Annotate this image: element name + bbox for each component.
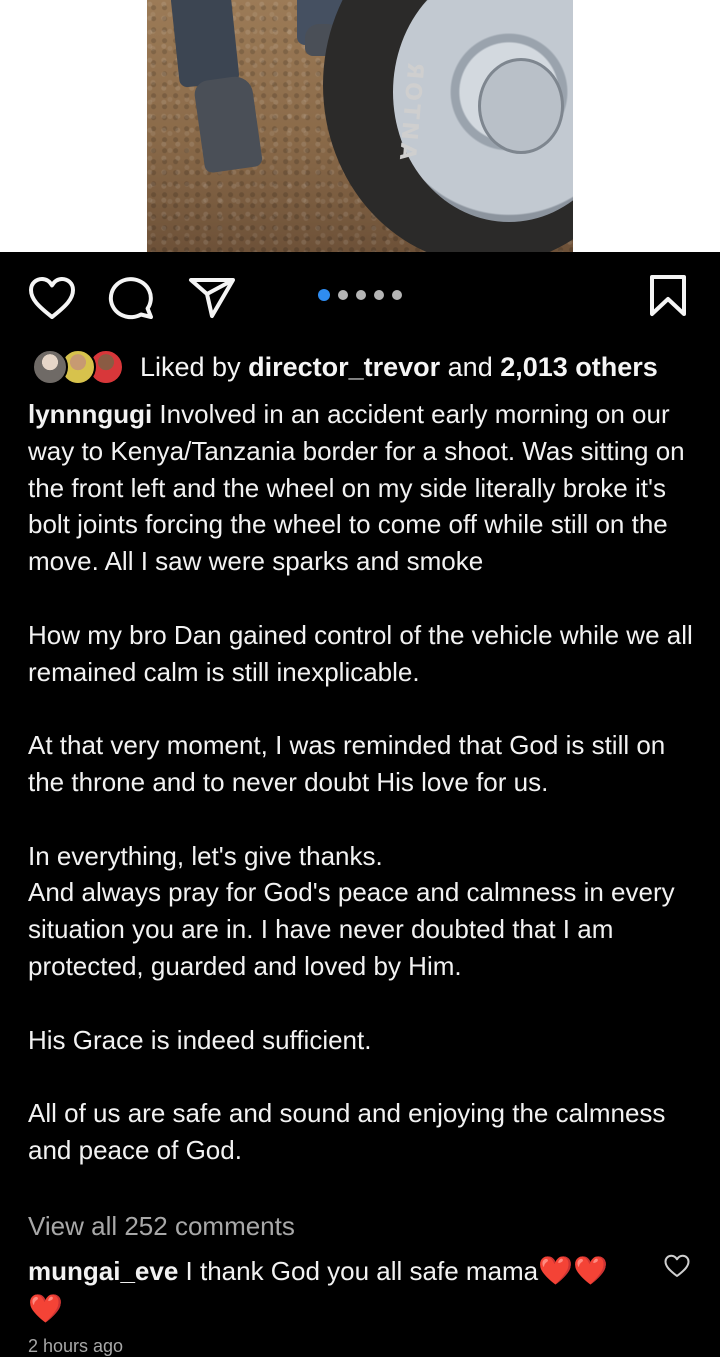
post-timestamp: 2 hours ago [28, 1336, 124, 1356]
comment-button[interactable] [108, 276, 156, 322]
speech-bubble-icon [108, 277, 153, 320]
post-image[interactable]: ЯOTNA [147, 0, 573, 252]
bookmark-icon [650, 275, 686, 316]
carousel-dot [356, 290, 366, 300]
caption-username[interactable]: lynnngugi [28, 399, 152, 429]
paper-plane-icon [189, 278, 235, 318]
likes-prefix: Liked by [140, 351, 249, 382]
caption-paragraph: At that very moment, I was reminded that… [28, 730, 666, 797]
likes-text: Liked by director_trevor and 2,013 other… [140, 352, 658, 383]
carousel-dot [392, 290, 402, 300]
post-caption: lynnngugi Involved in an accident early … [28, 396, 708, 1169]
caption-paragraph: How my bro Dan gained control of the veh… [28, 619, 693, 687]
liker-avatars [32, 348, 130, 386]
wheel-hub [478, 58, 564, 154]
caption-paragraph: lynnngugi Involved in an accident early … [28, 396, 708, 580]
carousel-indicator [318, 289, 402, 301]
heart-outline-icon [664, 1254, 690, 1277]
comment-text: I thank God you all safe mama [178, 1256, 539, 1286]
liker-username[interactable]: director_trevor [248, 352, 440, 382]
like-button[interactable] [28, 276, 76, 320]
person-leg [170, 0, 240, 88]
comment-item: mungai_eve I thank God you all safe mama… [28, 1252, 638, 1328]
likes-middle: and [440, 351, 501, 382]
likes-count[interactable]: 2,013 others [500, 352, 658, 382]
carousel-dot-active [318, 289, 330, 301]
share-button[interactable] [188, 276, 236, 320]
avatar [32, 349, 68, 385]
comment-username[interactable]: mungai_eve [28, 1256, 178, 1286]
caption-paragraph: All of us are safe and sound and enjoyin… [28, 1098, 666, 1165]
comment-like-button[interactable] [664, 1254, 690, 1278]
carousel-dot [338, 290, 348, 300]
save-button[interactable] [648, 274, 688, 318]
caption-paragraph: In everything, let's give thanks. And al… [28, 840, 675, 981]
heart-outline-icon [29, 277, 75, 319]
view-all-comments-link[interactable]: View all 252 comments [28, 1211, 295, 1242]
carousel-dot [374, 290, 384, 300]
post-image-area: ЯOTNA [0, 0, 720, 252]
likes-row[interactable]: Liked by director_trevor and 2,013 other… [32, 348, 658, 386]
caption-paragraph: His Grace is indeed sufficient. [28, 1024, 372, 1055]
